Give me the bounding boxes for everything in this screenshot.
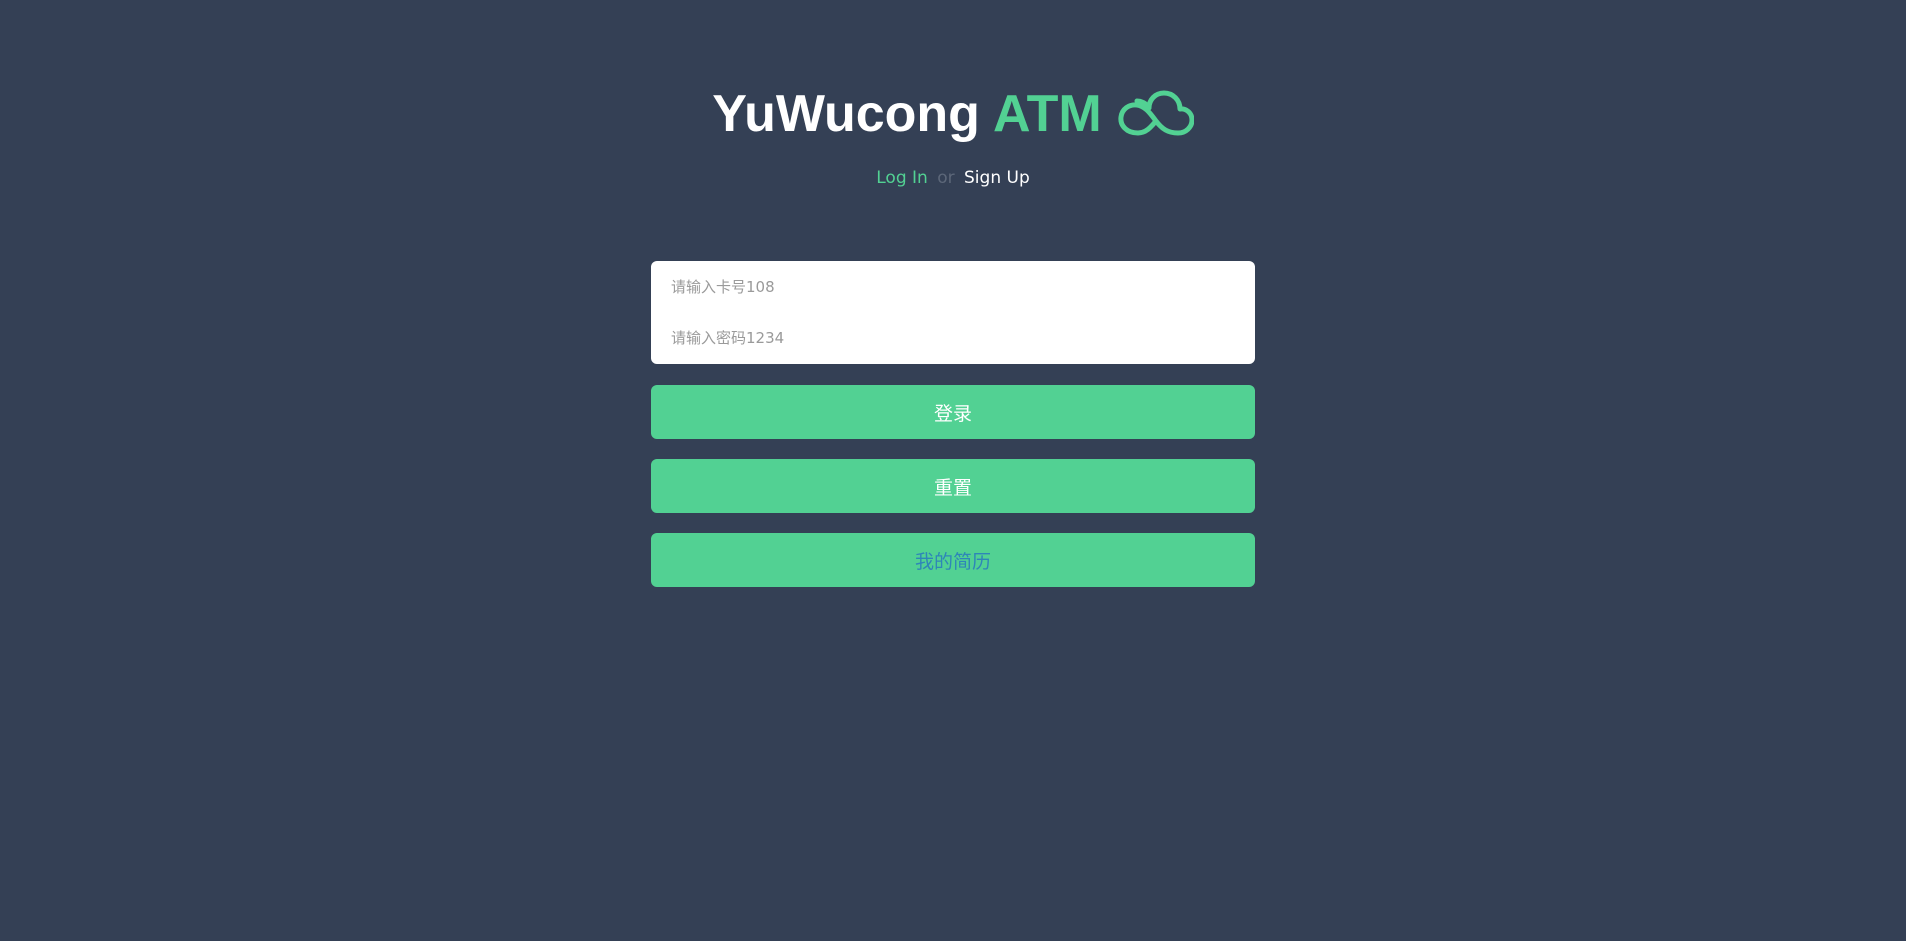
auth-links: Log In or Sign Up — [0, 168, 1906, 188]
credentials-box — [651, 261, 1255, 364]
login-form: 登录 重置 我的简历 — [651, 261, 1255, 587]
cloud-icon — [1118, 89, 1195, 139]
login-page: YuWucong ATM Log In or Sign Up 登录 重置 我的简… — [0, 0, 1906, 941]
login-button[interactable]: 登录 — [651, 385, 1255, 439]
password-input[interactable] — [651, 312, 1255, 363]
or-separator: or — [937, 168, 955, 188]
page-title: YuWucong ATM — [712, 82, 1195, 146]
reset-button[interactable]: 重置 — [651, 459, 1255, 513]
title-main: YuWucong — [712, 85, 980, 143]
header: YuWucong ATM — [0, 82, 1906, 146]
card-number-input[interactable] — [651, 261, 1255, 312]
title-accent: ATM — [992, 85, 1102, 143]
signup-link[interactable]: Sign Up — [964, 168, 1030, 188]
login-link[interactable]: Log In — [876, 168, 928, 188]
resume-button[interactable]: 我的简历 — [651, 533, 1255, 587]
